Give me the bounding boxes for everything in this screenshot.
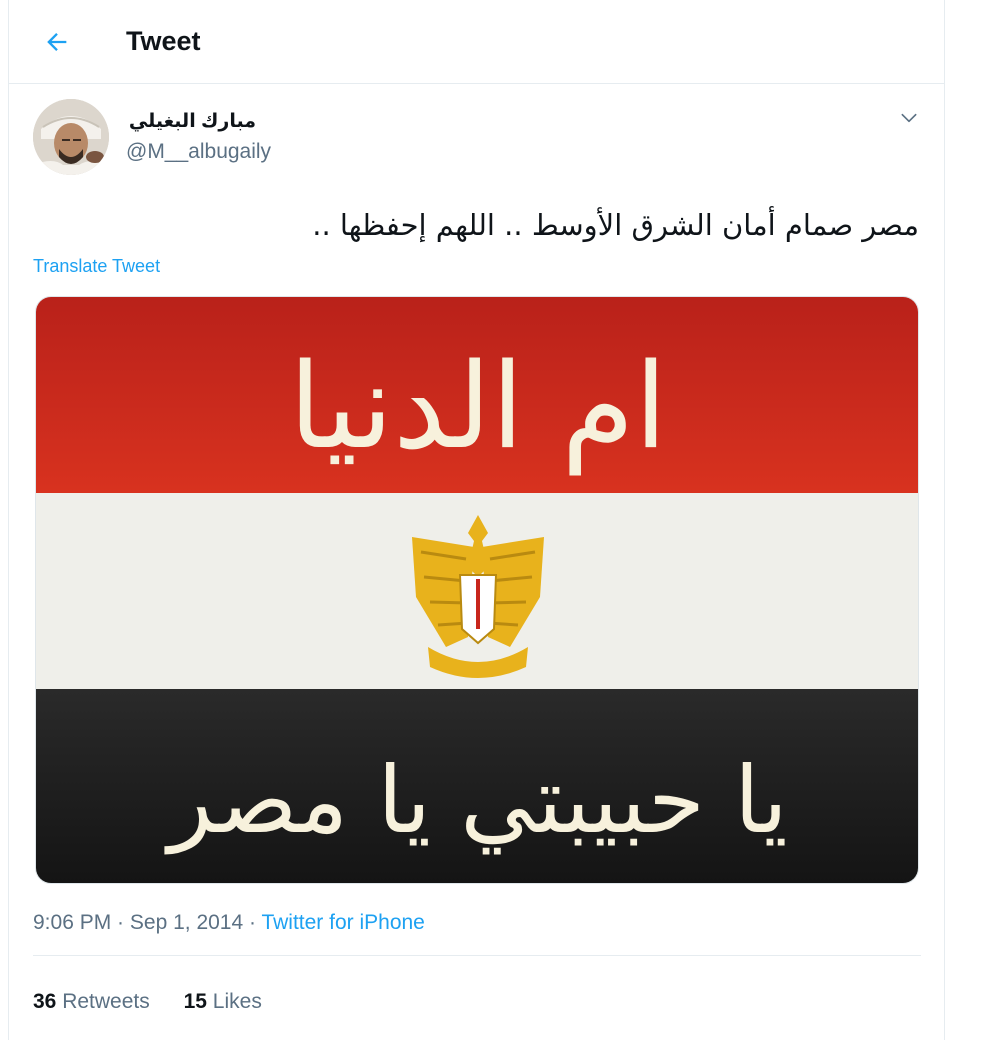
- more-options-button[interactable]: [895, 104, 923, 132]
- author-handle[interactable]: @M__albugaily: [126, 140, 271, 164]
- likes-stat[interactable]: 15 Likes: [184, 990, 262, 1014]
- image-bottom-text: يا حبيبتي يا مصر: [164, 747, 787, 855]
- tweet-source-link[interactable]: Twitter for iPhone: [261, 911, 424, 934]
- author-display-name[interactable]: مبارك البغيلي: [126, 110, 256, 133]
- retweets-stat[interactable]: 36 Retweets: [33, 990, 150, 1014]
- tweet-time[interactable]: 9:06 PM: [33, 911, 111, 934]
- image-top-text: ام الدنيا: [289, 337, 667, 475]
- tweet-detail-column: Tweet مبارك البغيلي @M__albugaily مصر صم…: [8, 0, 945, 1040]
- page-title: Tweet: [126, 26, 201, 56]
- tweet-date[interactable]: Sep 1, 2014: [130, 911, 243, 934]
- likes-label: Likes: [212, 990, 262, 1013]
- chevron-down-icon: [901, 113, 917, 123]
- separator: ·: [243, 911, 262, 934]
- separator: ·: [111, 911, 130, 934]
- tweet-media-image[interactable]: ام الدنيا يا حبيبتي يا مصر: [35, 296, 919, 884]
- retweets-count: 36: [33, 990, 57, 1013]
- tweet-text: مصر صمام أمان الشرق الأوسط .. اللهم إحفظ…: [312, 208, 919, 242]
- page-header: Tweet: [9, 0, 944, 84]
- tweet-metadata: 9:06 PM · Sep 1, 2014 · Twitter for iPho…: [33, 911, 425, 935]
- translate-tweet-link[interactable]: Translate Tweet: [33, 256, 160, 277]
- avatar[interactable]: [33, 99, 109, 175]
- arrow-left-icon: [47, 33, 67, 51]
- retweets-label: Retweets: [62, 990, 150, 1013]
- back-button[interactable]: [37, 22, 77, 62]
- tweet-stats: 36 Retweets 15 Likes: [33, 990, 262, 1014]
- divider: [33, 955, 921, 956]
- likes-count: 15: [183, 990, 207, 1013]
